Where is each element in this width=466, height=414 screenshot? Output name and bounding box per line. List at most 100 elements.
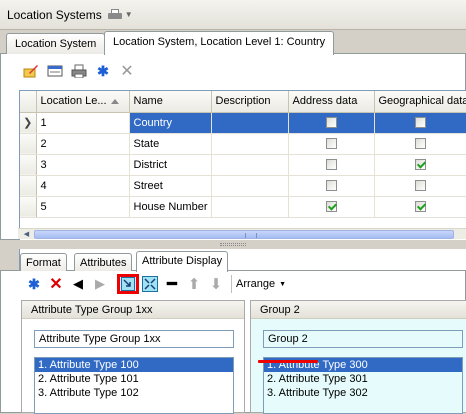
column-header-address[interactable]: Address data bbox=[288, 91, 375, 113]
arrow-left-icon[interactable]: ◀ bbox=[67, 274, 89, 294]
cell-geo[interactable] bbox=[374, 175, 466, 197]
cell-name[interactable]: State bbox=[129, 133, 212, 155]
column-header-description[interactable]: Description bbox=[211, 91, 289, 113]
window-title-bar: Location Systems ▼ bbox=[0, 0, 466, 30]
column-header-geo[interactable]: Geographical data bbox=[374, 91, 466, 113]
tab-format[interactable]: Format bbox=[20, 253, 67, 271]
attribute-group-1[interactable]: Attribute Type Group 1xx Attribute Type … bbox=[21, 300, 245, 414]
tab-location-system[interactable]: Location System bbox=[6, 33, 106, 54]
row-indicator bbox=[20, 196, 37, 218]
cell-geo[interactable] bbox=[374, 196, 466, 218]
cell-geo[interactable] bbox=[374, 112, 466, 134]
cell-description[interactable] bbox=[211, 196, 289, 218]
delete-icon[interactable]: ✕ bbox=[117, 62, 137, 80]
address-checkbox[interactable] bbox=[325, 117, 337, 129]
cell-description[interactable] bbox=[211, 154, 289, 176]
list-item[interactable]: 2. Attribute Type 101 bbox=[35, 372, 233, 386]
top-tab-strip: Location System Location System, Locatio… bbox=[0, 30, 466, 55]
cell-level[interactable]: 5 bbox=[36, 196, 130, 218]
cell-name[interactable]: House Number bbox=[129, 196, 212, 218]
window-title: Location Systems bbox=[7, 7, 102, 22]
arrange-menu[interactable]: Arrange ▼ bbox=[231, 275, 286, 293]
cell-geo[interactable] bbox=[374, 154, 466, 176]
list-item[interactable]: 3. Attribute Type 302 bbox=[264, 386, 462, 400]
cell-geo[interactable] bbox=[374, 133, 466, 155]
cell-address[interactable] bbox=[288, 175, 375, 197]
list-item[interactable]: 1. Attribute Type 100 bbox=[35, 358, 233, 372]
cell-address[interactable] bbox=[288, 196, 375, 218]
printer-icon[interactable] bbox=[107, 8, 122, 21]
row-indicator bbox=[20, 133, 37, 155]
arrow-up-icon[interactable]: ⬆ bbox=[183, 274, 205, 294]
table-row[interactable]: 3 District bbox=[20, 154, 466, 176]
arrow-down-icon[interactable]: ⬇ bbox=[205, 274, 227, 294]
form-view-icon[interactable] bbox=[45, 62, 65, 80]
tab-attribute-display[interactable]: Attribute Display bbox=[136, 251, 229, 272]
minus-icon[interactable]: ━ bbox=[161, 274, 183, 294]
list-item[interactable]: 3. Attribute Type 102 bbox=[35, 386, 233, 400]
cell-address[interactable] bbox=[288, 133, 375, 155]
tab-location-level[interactable]: Location System, Location Level 1: Count… bbox=[104, 31, 335, 55]
geo-checkbox[interactable] bbox=[415, 159, 426, 171]
geo-checkbox[interactable] bbox=[415, 180, 426, 192]
attribute-display-toolbar: ✱ ✕ ◀ ▶ ━ ⬆ ⬇ Arrange ▼ bbox=[23, 274, 286, 294]
group-title: Group 2 bbox=[251, 301, 466, 319]
print-icon[interactable] bbox=[69, 62, 89, 80]
cell-description[interactable] bbox=[211, 112, 289, 134]
address-checkbox[interactable] bbox=[325, 159, 337, 171]
scrollbar-thumb[interactable] bbox=[34, 230, 454, 239]
column-header-name[interactable]: Name bbox=[129, 91, 212, 113]
group-attribute-list[interactable]: 1. Attribute Type 300 2. Attribute Type … bbox=[263, 357, 463, 414]
group-title: Attribute Type Group 1xx bbox=[22, 301, 244, 319]
group-attribute-list[interactable]: 1. Attribute Type 100 2. Attribute Type … bbox=[34, 357, 234, 414]
group-layout-icon[interactable] bbox=[139, 274, 161, 294]
chevron-down-icon: ▼ bbox=[279, 280, 287, 288]
address-checkbox[interactable] bbox=[325, 180, 337, 192]
cell-description[interactable] bbox=[211, 133, 289, 155]
table-row[interactable]: ❯ 1 Country bbox=[20, 112, 466, 134]
table-row[interactable]: 4 Street bbox=[20, 175, 466, 197]
attribute-group-button[interactable] bbox=[117, 274, 139, 294]
group-name-field[interactable]: Group 2 bbox=[263, 330, 463, 348]
table-header-row: Location Le... Name Description Address … bbox=[20, 91, 466, 113]
column-header-level[interactable]: Location Le... bbox=[36, 91, 130, 113]
attribute-display-panel: ✱ ✕ ◀ ▶ ━ ⬆ ⬇ Arrange ▼ Attribute Type G… bbox=[0, 271, 466, 414]
attribute-group-2[interactable]: Group 2 Group 2 1. Attribute Type 300 2.… bbox=[250, 300, 466, 414]
row-indicator-header bbox=[20, 91, 37, 113]
horizontal-scrollbar[interactable]: ◀ bbox=[18, 228, 466, 239]
bottom-tab-strip: Format Attributes Attribute Display bbox=[0, 249, 466, 272]
cell-level[interactable]: 1 bbox=[36, 112, 130, 134]
new-star-icon[interactable]: ✱ bbox=[93, 62, 113, 80]
cell-name[interactable]: Street bbox=[129, 175, 212, 197]
table-row[interactable]: 5 House Number bbox=[20, 196, 466, 218]
geo-checkbox[interactable] bbox=[415, 138, 426, 150]
list-item[interactable]: 2. Attribute Type 301 bbox=[264, 372, 462, 386]
cell-description[interactable] bbox=[211, 175, 289, 197]
cell-name[interactable]: District bbox=[129, 154, 212, 176]
cell-name[interactable]: Country bbox=[129, 112, 212, 134]
cell-level[interactable]: 2 bbox=[36, 133, 130, 155]
delete-icon[interactable]: ✕ bbox=[45, 274, 67, 294]
annotation-underline bbox=[258, 360, 318, 363]
row-indicator bbox=[20, 154, 37, 176]
current-row-icon: ❯ bbox=[20, 112, 37, 134]
table-row[interactable]: 2 State bbox=[20, 133, 466, 155]
group-name-field[interactable]: Attribute Type Group 1xx bbox=[34, 330, 234, 348]
cell-level[interactable]: 3 bbox=[36, 154, 130, 176]
new-star-icon[interactable]: ✱ bbox=[23, 274, 45, 294]
splitter[interactable] bbox=[0, 240, 466, 249]
cell-address[interactable] bbox=[288, 112, 375, 134]
address-checkbox[interactable] bbox=[325, 201, 337, 213]
geo-checkbox[interactable] bbox=[415, 201, 426, 213]
location-levels-panel: ✱ ✕ Location Le... Name Description Addr… bbox=[0, 54, 466, 284]
edit-icon[interactable] bbox=[21, 62, 41, 80]
chevron-down-icon[interactable]: ▼ bbox=[125, 10, 133, 19]
cell-level[interactable]: 4 bbox=[36, 175, 130, 197]
cell-address[interactable] bbox=[288, 154, 375, 176]
geo-checkbox[interactable] bbox=[415, 117, 426, 129]
arrow-right-icon[interactable]: ▶ bbox=[89, 274, 111, 294]
tab-attributes[interactable]: Attributes bbox=[74, 253, 133, 271]
sort-ascending-icon bbox=[110, 98, 119, 104]
scroll-left-icon[interactable]: ◀ bbox=[20, 230, 33, 239]
address-checkbox[interactable] bbox=[325, 138, 337, 150]
